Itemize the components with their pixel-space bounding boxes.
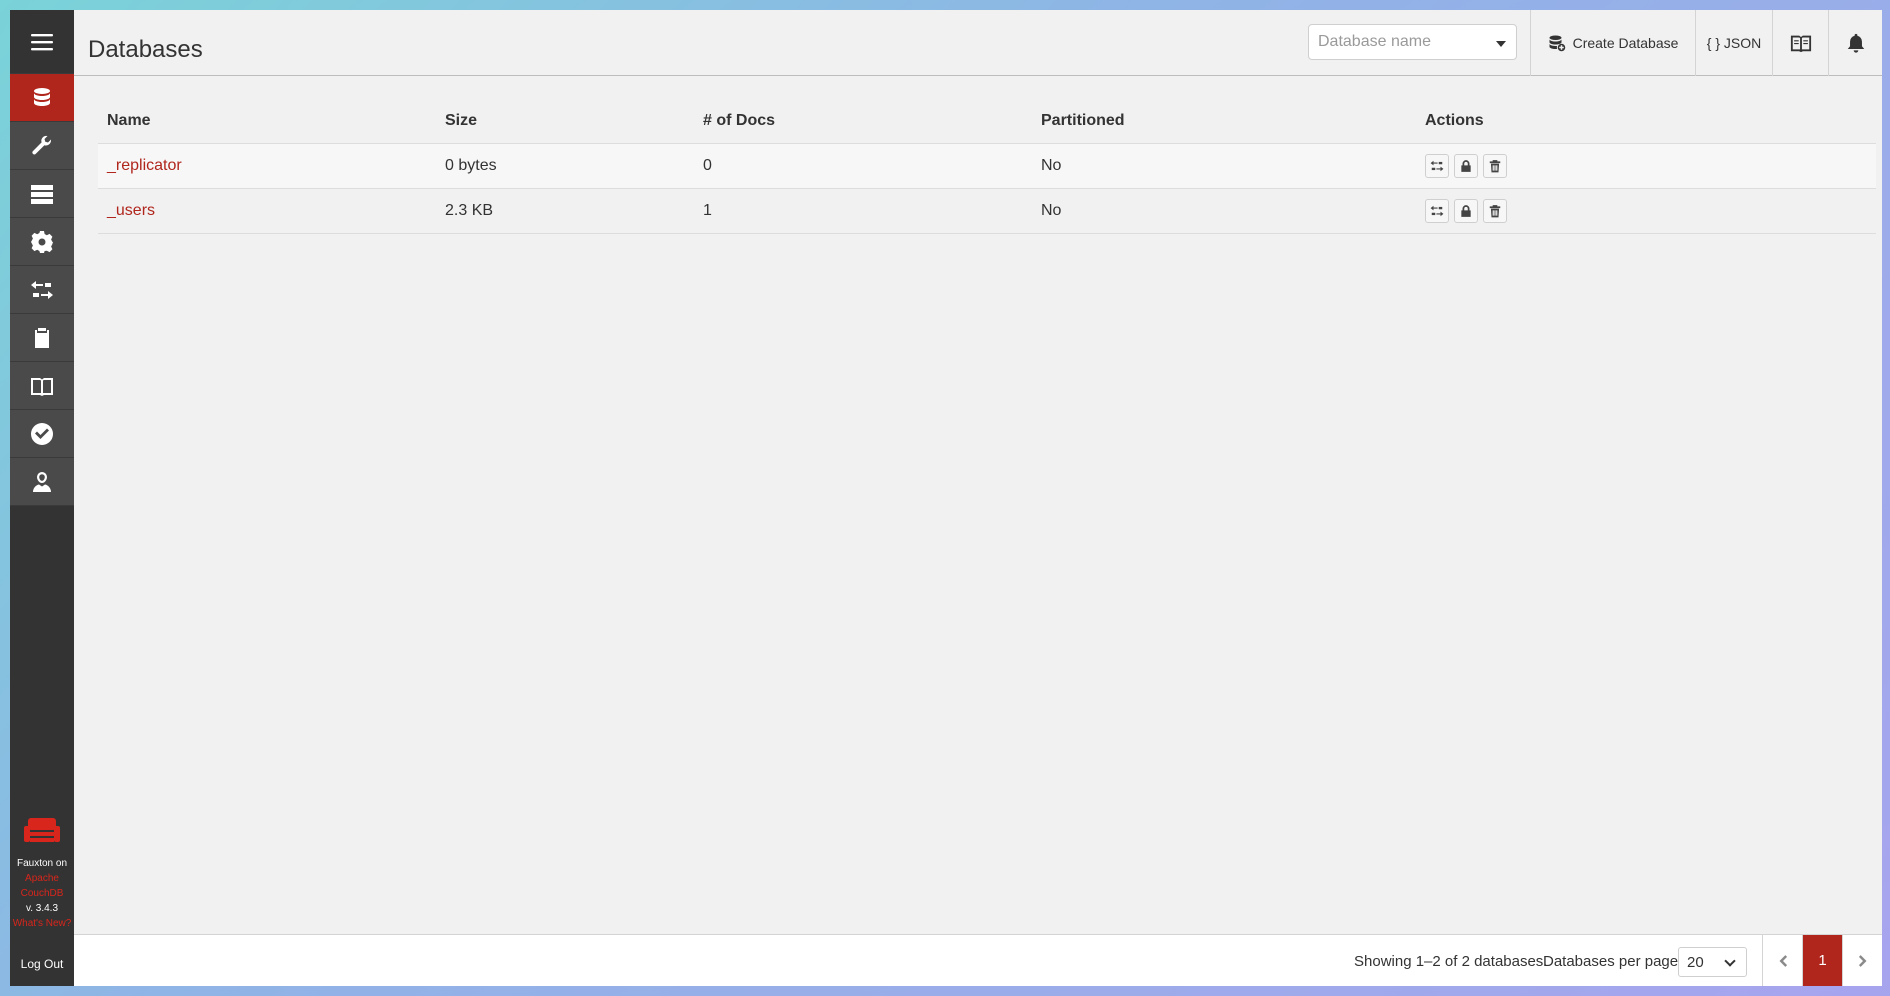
sidebar-item-active-tasks[interactable] xyxy=(10,170,74,218)
app-window: Fauxton on Apache CouchDB v. 3.4.3 What'… xyxy=(10,10,1882,986)
search-placeholder: Database name xyxy=(1318,33,1431,50)
fauxton-label: Fauxton on xyxy=(16,858,68,869)
database-plus-icon xyxy=(1549,35,1565,52)
version-label: v. 3.4.3 xyxy=(25,903,59,914)
pagination: 1 xyxy=(1762,935,1882,986)
per-page-label: Databases per page xyxy=(1543,953,1679,970)
database-partitioned: No xyxy=(1041,202,1062,219)
permissions-button[interactable] xyxy=(1454,199,1478,223)
column-header-docs: # of Docs xyxy=(703,111,776,129)
per-page-select[interactable]: 20 xyxy=(1678,947,1747,977)
sidebar: Fauxton on Apache CouchDB v. 3.4.3 What'… xyxy=(10,10,74,986)
table-row: _replicator 0 bytes 0 No xyxy=(98,144,1876,189)
chevron-down-icon xyxy=(1724,955,1736,967)
table-header: Name Size # of Docs Partitioned Actions xyxy=(98,98,1876,144)
row-actions xyxy=(1425,154,1876,178)
sidebar-item-docs[interactable] xyxy=(10,362,74,410)
column-header-actions: Actions xyxy=(1425,111,1484,129)
next-page-button[interactable] xyxy=(1842,935,1882,986)
user-icon xyxy=(33,471,51,492)
page-title: Databases xyxy=(88,36,203,63)
replication-icon xyxy=(1430,205,1444,217)
whats-new-link[interactable]: What's New? xyxy=(10,916,74,931)
clipboard-icon xyxy=(35,327,49,348)
book-icon xyxy=(31,377,53,396)
chevron-left-icon xyxy=(1779,954,1787,967)
delete-button[interactable] xyxy=(1483,154,1507,178)
gear-icon xyxy=(31,230,53,253)
bell-icon xyxy=(1847,33,1864,53)
replication-icon xyxy=(1430,160,1444,172)
sidebar-item-user[interactable] xyxy=(10,458,74,506)
database-doc-count: 1 xyxy=(703,202,712,219)
column-header-partitioned: Partitioned xyxy=(1041,111,1125,129)
create-database-button[interactable]: Create Database xyxy=(1530,10,1695,76)
permissions-button[interactable] xyxy=(1454,154,1478,178)
check-circle-icon xyxy=(31,422,53,445)
sidebar-item-databases[interactable] xyxy=(10,74,74,122)
column-header-name: Name xyxy=(107,111,151,129)
delete-button[interactable] xyxy=(1483,199,1507,223)
column-header-size: Size xyxy=(445,111,478,129)
hamburger-icon xyxy=(31,33,53,50)
couchdb-link[interactable]: CouchDB xyxy=(10,886,74,901)
replicate-button[interactable] xyxy=(1425,199,1449,223)
sidebar-item-setup[interactable] xyxy=(10,122,74,170)
create-database-label: Create Database xyxy=(1572,35,1679,51)
notifications-button[interactable] xyxy=(1828,10,1882,76)
lock-icon xyxy=(1461,160,1471,172)
database-doc-count: 0 xyxy=(703,157,712,174)
database-link[interactable]: _users xyxy=(107,202,155,219)
replicate-button[interactable] xyxy=(1425,154,1449,178)
row-actions xyxy=(1425,199,1876,223)
sidebar-item-replication[interactable] xyxy=(10,266,74,314)
replication-icon xyxy=(31,280,53,299)
database-icon xyxy=(34,87,50,106)
couchdb-logo xyxy=(22,816,62,844)
database-partitioned: No xyxy=(1041,157,1062,174)
per-page-value: 20 xyxy=(1687,954,1704,971)
database-size: 0 bytes xyxy=(445,157,497,174)
database-link[interactable]: _replicator xyxy=(107,157,182,174)
sidebar-item-verify[interactable] xyxy=(10,410,74,458)
json-label: { } JSON xyxy=(1706,35,1762,51)
docs-button[interactable] xyxy=(1772,10,1828,76)
server-icon xyxy=(31,184,53,204)
lock-icon xyxy=(1461,205,1471,217)
showing-count: Showing 1–2 of 2 databases. xyxy=(1354,953,1548,970)
wrench-icon xyxy=(32,135,51,154)
database-size: 2.3 KB xyxy=(445,202,494,219)
pagination-footer: Showing 1–2 of 2 databases. Databases pe… xyxy=(74,934,1882,986)
previous-page-button[interactable] xyxy=(1762,935,1802,986)
sidebar-item-documentation[interactable] xyxy=(10,314,74,362)
databases-table: Name Size # of Docs Partitioned Actions … xyxy=(98,98,1876,234)
trash-icon xyxy=(1489,205,1501,218)
apache-link[interactable]: Apache xyxy=(10,871,74,886)
caret-down-icon[interactable] xyxy=(1496,41,1506,47)
sidebar-item-config[interactable] xyxy=(10,218,74,266)
chevron-right-icon xyxy=(1858,954,1866,967)
page-button-current[interactable]: 1 xyxy=(1802,935,1842,986)
table-row: _users 2.3 KB 1 No xyxy=(98,189,1876,234)
page-header: Databases Database name Create Database … xyxy=(74,10,1882,76)
menu-toggle-button[interactable] xyxy=(10,10,74,74)
book-icon xyxy=(1790,35,1811,53)
sidebar-footer: Fauxton on Apache CouchDB v. 3.4.3 What'… xyxy=(10,816,74,986)
json-button[interactable]: { } JSON xyxy=(1695,10,1772,76)
logout-button[interactable]: Log Out xyxy=(10,957,74,972)
trash-icon xyxy=(1489,160,1501,173)
database-search-input[interactable]: Database name xyxy=(1308,24,1517,60)
